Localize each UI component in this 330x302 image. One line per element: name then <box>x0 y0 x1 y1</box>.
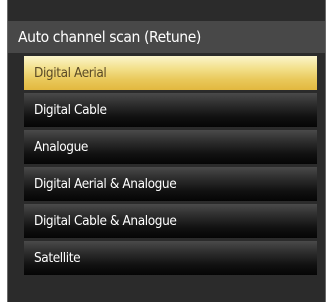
option-digital-aerial-and-analogue[interactable]: Digital Aerial & Analogue <box>24 167 317 201</box>
option-satellite[interactable]: Satellite <box>24 241 317 275</box>
scan-options-list: Digital Aerial Digital Cable Analogue Di… <box>8 56 325 278</box>
option-digital-aerial[interactable]: Digital Aerial <box>24 56 317 90</box>
option-digital-cable-and-analogue[interactable]: Digital Cable & Analogue <box>24 204 317 238</box>
menu-panel: Auto channel scan (Retune) Digital Aeria… <box>7 0 326 302</box>
menu-title: Auto channel scan (Retune) <box>8 21 325 53</box>
option-analogue[interactable]: Analogue <box>24 130 317 164</box>
option-digital-cable[interactable]: Digital Cable <box>24 93 317 127</box>
